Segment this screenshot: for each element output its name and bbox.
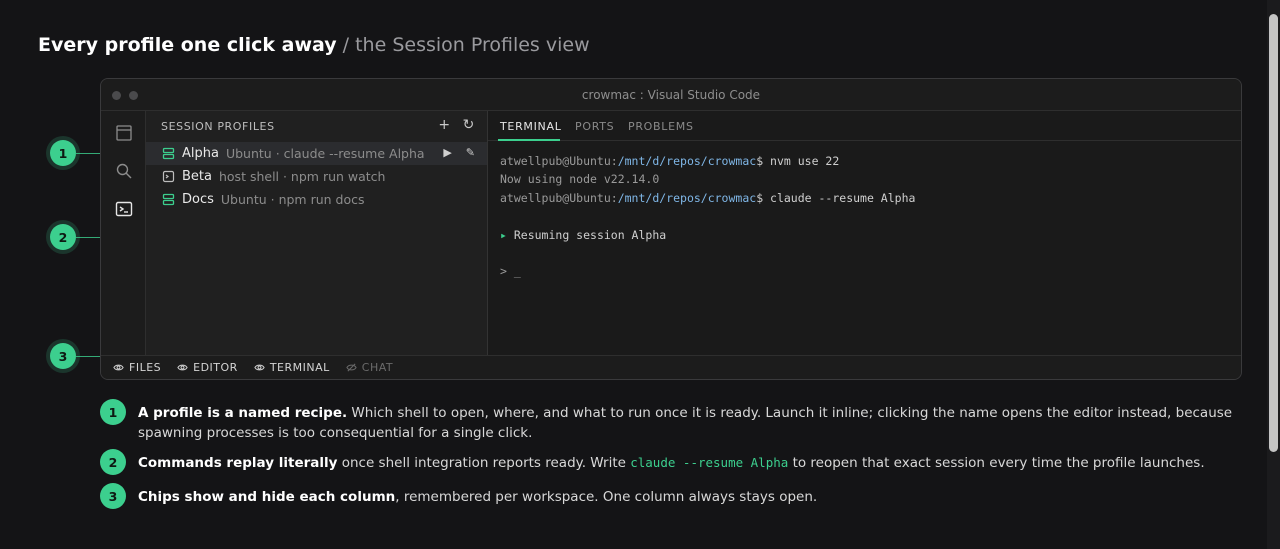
note-marker: 3 — [100, 483, 126, 509]
page-scrollbar-thumb[interactable] — [1269, 14, 1278, 452]
explorer-icon[interactable] — [114, 123, 134, 143]
page-headline: Every profile one click away / the Sessi… — [38, 34, 590, 56]
terminal-line: ▸ Resuming session Alpha — [500, 227, 667, 242]
headline-strong: Every profile one click away — [38, 34, 337, 56]
eye-icon — [254, 364, 265, 371]
callout-marker-2: 2 — [50, 224, 76, 250]
eye-icon — [177, 364, 188, 371]
search-icon[interactable] — [114, 161, 134, 181]
marker-leader-2 — [76, 237, 100, 238]
terminal-panel: TERMINAL PORTS PROBLEMS atwellpub@Ubuntu… — [488, 111, 1241, 355]
terminal-prompt[interactable]: > _ — [500, 262, 915, 280]
note-text: Commands replay literally once shell int… — [138, 455, 1205, 471]
terminal-line: Now using node v22.14.0 — [500, 172, 660, 187]
profile-item-beta[interactable]: Beta host shell · npm run watch — [146, 165, 487, 188]
headline-light: / the Session Profiles view — [336, 34, 590, 56]
window-titlebar: crowmac : Visual Studio Code — [101, 79, 1241, 111]
refresh-icon[interactable]: ↻ — [463, 118, 475, 132]
tab-ports[interactable]: PORTS — [575, 120, 614, 133]
active-tab-indicator — [498, 139, 560, 141]
chip-editor[interactable]: EDITOR — [177, 361, 238, 374]
add-profile-icon[interactable]: + — [438, 118, 450, 132]
profile-name[interactable]: Beta — [182, 169, 212, 184]
page-scrollbar-track[interactable] — [1267, 0, 1280, 549]
eye-icon — [113, 364, 124, 371]
vscode-window: crowmac : Visual Studio Code SESSION PRO… — [100, 78, 1242, 380]
activity-bar — [101, 111, 146, 355]
profile-description: Ubuntu · npm run docs — [220, 192, 365, 207]
terminal-output[interactable]: atwellpub@Ubuntu:/mnt/d/repos/crowmac$ n… — [500, 152, 915, 281]
profile-name[interactable]: Docs — [182, 192, 214, 207]
eye-off-icon — [346, 363, 357, 372]
chip-terminal[interactable]: TERMINAL — [254, 361, 330, 374]
callout-marker-1: 1 — [50, 140, 76, 166]
terminal-icon[interactable] — [114, 199, 134, 219]
server-icon — [162, 193, 175, 206]
panel-tabs: TERMINAL PORTS PROBLEMS — [488, 111, 1241, 141]
profile-description: host shell · npm run watch — [218, 169, 386, 184]
sidebar-header: SESSION PROFILES + ↻ — [146, 111, 487, 141]
terminal-line: atwellpub@Ubuntu:/mnt/d/repos/crowmac$ n… — [500, 154, 840, 168]
profile-item-alpha[interactable]: Alpha Ubuntu · claude --resume Alpha ▶ ✎ — [146, 142, 487, 165]
note-marker: 2 — [100, 449, 126, 475]
column-chips-bar: FILES EDITOR TERMINAL CHAT — [101, 355, 1241, 379]
edit-profile-icon[interactable]: ✎ — [466, 146, 475, 159]
note-text: A profile is a named recipe. Which shell… — [138, 405, 1233, 441]
marker-leader-1 — [76, 153, 100, 154]
chip-files[interactable]: FILES — [113, 361, 161, 374]
profile-item-docs[interactable]: Docs Ubuntu · npm run docs — [146, 188, 487, 211]
chip-chat[interactable]: CHAT — [346, 361, 393, 374]
terminal-box-icon — [162, 170, 175, 183]
terminal-line: atwellpub@Ubuntu:/mnt/d/repos/crowmac$ c… — [500, 190, 916, 205]
server-icon — [162, 147, 175, 160]
inline-code: claude --resume Alpha — [630, 455, 789, 470]
note-marker: 1 — [100, 399, 126, 425]
sidebar-title: SESSION PROFILES — [161, 120, 275, 133]
launch-profile-icon[interactable]: ▶ — [443, 146, 451, 159]
tab-terminal[interactable]: TERMINAL — [500, 120, 562, 133]
note-text: Chips show and hide each column, remembe… — [138, 489, 818, 505]
tab-problems[interactable]: PROBLEMS — [628, 120, 694, 133]
profile-name[interactable]: Alpha — [182, 146, 219, 161]
profile-description: Ubuntu · claude --resume Alpha — [225, 146, 425, 161]
callout-marker-3: 3 — [50, 343, 76, 369]
marker-leader-3 — [76, 356, 100, 357]
session-profiles-sidebar: SESSION PROFILES + ↻ Alpha Ubuntu · clau… — [146, 111, 488, 355]
window-title: crowmac : Visual Studio Code — [581, 88, 761, 102]
